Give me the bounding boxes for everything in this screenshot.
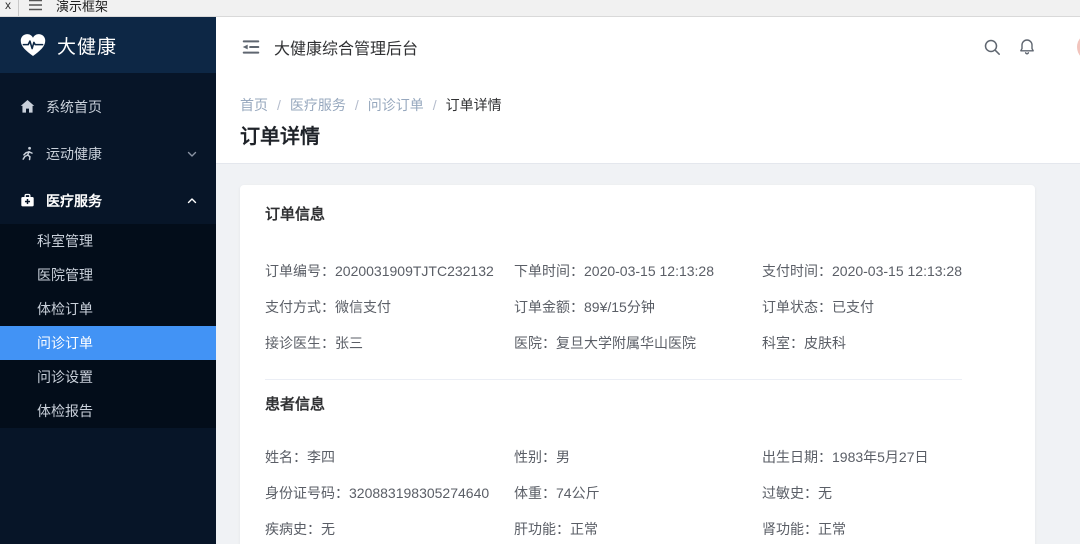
heart-pulse-icon bbox=[19, 33, 47, 58]
page-title: 订单详情 bbox=[240, 126, 320, 148]
breadcrumb: 首页 / 医疗服务 / 问诊订单 / 订单详情 bbox=[240, 95, 1056, 115]
content-area: 订单信息 订单编号：2020031909TJTC232132 下单时间：2020… bbox=[216, 164, 1080, 544]
patient-info-row: 身份证号码：320883198305274640 体重：74公斤 过敏史：无 bbox=[265, 483, 1010, 503]
breadcrumb-separator: / bbox=[277, 97, 281, 113]
field-order-number: 订单编号：2020031909TJTC232132 bbox=[265, 263, 494, 279]
breadcrumb-separator: / bbox=[432, 97, 437, 113]
topbar-divider bbox=[18, 0, 19, 16]
page-title-block: 首页 / 医疗服务 / 问诊订单 / 订单详情 订单详情 bbox=[216, 77, 1080, 164]
field-pay-method: 支付方式：微信支付 bbox=[265, 299, 391, 315]
main-area: 大健康综合管理后台 首页 / 医疗服务 / 问诊订单 / 订单详情 订单详情 订… bbox=[216, 17, 1080, 544]
hamburger-icon[interactable] bbox=[29, 0, 42, 16]
chevron-down-icon bbox=[186, 148, 198, 160]
chevron-up-icon bbox=[186, 195, 198, 207]
field-id-number: 身份证号码：320883198305274640 bbox=[265, 485, 490, 501]
medical-service-submenu: 科室管理 医院管理 体检订单 问诊订单 问诊设置 体检报告 bbox=[0, 224, 216, 428]
order-info-row: 订单编号：2020031909TJTC232132 下单时间：2020-03-1… bbox=[265, 261, 1010, 281]
sidebar-subitem-hospital-mgmt[interactable]: 医院管理 bbox=[0, 258, 216, 292]
field-disease-history: 疾病史：无 bbox=[265, 521, 335, 537]
field-gender: 性别：男 bbox=[514, 449, 570, 465]
field-hospital: 医院：复旦大学附属华山医院 bbox=[514, 335, 696, 351]
sidebar-subitem-consult-orders[interactable]: 问诊订单 bbox=[0, 326, 216, 360]
sidebar-item-label: 运动健康 bbox=[46, 145, 102, 162]
field-doctor: 接诊医生：张三 bbox=[265, 335, 363, 351]
field-department: 科室：皮肤科 bbox=[762, 335, 846, 351]
home-icon bbox=[20, 99, 35, 114]
section-divider bbox=[265, 379, 962, 380]
sidebar-subitem-department-mgmt[interactable]: 科室管理 bbox=[0, 224, 216, 258]
sidebar-menu: 系统首页 运动健康 医疗服务 科室管理 医院管理 体检订单 问诊订单 问诊设置 … bbox=[0, 73, 216, 428]
patient-info-row: 姓名：李四 性别：男 出生日期：1983年5月27日 bbox=[265, 447, 1010, 467]
sidebar-fold-icon[interactable] bbox=[240, 36, 262, 58]
order-info-row: 接诊医生：张三 医院：复旦大学附属华山医院 科室：皮肤科 bbox=[265, 333, 1010, 353]
tab-close-button[interactable]: x bbox=[5, 0, 11, 12]
field-allergy-history: 过敏史：无 bbox=[762, 485, 832, 501]
sidebar-item-home[interactable]: 系统首页 bbox=[0, 83, 216, 130]
browser-tab-title: 演示框架 bbox=[56, 0, 109, 14]
app-title: 大健康综合管理后台 bbox=[274, 41, 419, 58]
field-weight: 体重：74公斤 bbox=[514, 485, 600, 501]
bell-icon[interactable] bbox=[1018, 38, 1036, 56]
sidebar: 大健康 系统首页 运动健康 医疗服务 科室管理 医院管理 体检订单 问诊订单 问… bbox=[0, 17, 216, 544]
sidebar-subitem-consult-settings[interactable]: 问诊设置 bbox=[0, 360, 216, 394]
breadcrumb-medical-service[interactable]: 医疗服务 bbox=[290, 95, 346, 115]
field-kidney-function: 肾功能：正常 bbox=[762, 521, 846, 537]
sidebar-item-label: 医疗服务 bbox=[46, 192, 102, 209]
sidebar-item-medical-service[interactable]: 医疗服务 bbox=[0, 177, 216, 224]
sidebar-subitem-checkup-orders[interactable]: 体检订单 bbox=[0, 292, 216, 326]
runner-icon bbox=[20, 146, 35, 161]
field-pay-time: 支付时间：2020-03-15 12:13:28 bbox=[762, 263, 962, 279]
order-info-heading: 订单信息 bbox=[265, 206, 326, 223]
sidebar-subitem-checkup-reports[interactable]: 体检报告 bbox=[0, 394, 216, 428]
breadcrumb-separator: / bbox=[354, 97, 359, 113]
top-header: 大健康综合管理后台 bbox=[216, 17, 1080, 77]
patient-info-row: 疾病史：无 肝功能：正常 肾功能：正常 bbox=[265, 519, 1010, 539]
breadcrumb-current: 订单详情 bbox=[445, 97, 502, 113]
field-patient-name: 姓名：李四 bbox=[265, 449, 335, 465]
sidebar-item-label: 系统首页 bbox=[46, 98, 102, 115]
header-actions bbox=[983, 38, 1036, 56]
breadcrumb-home[interactable]: 首页 bbox=[240, 95, 268, 115]
field-birth-date: 出生日期：1983年5月27日 bbox=[762, 449, 929, 465]
order-info-row: 支付方式：微信支付 订单金额：89¥/15分钟 订单状态：已支付 bbox=[265, 297, 1010, 317]
medkit-icon bbox=[20, 193, 35, 208]
sidebar-item-sport-health[interactable]: 运动健康 bbox=[0, 130, 216, 177]
field-order-amount: 订单金额：89¥/15分钟 bbox=[514, 299, 655, 315]
browser-topbar: x 演示框架 bbox=[0, 0, 1080, 17]
search-icon[interactable] bbox=[983, 38, 1001, 56]
field-order-time: 下单时间：2020-03-15 12:13:28 bbox=[514, 263, 714, 279]
field-order-status: 订单状态：已支付 bbox=[762, 299, 874, 315]
app-logo: 大健康 bbox=[0, 17, 216, 73]
breadcrumb-consult-orders[interactable]: 问诊订单 bbox=[368, 95, 424, 115]
patient-info-heading: 患者信息 bbox=[265, 396, 326, 413]
field-liver-function: 肝功能：正常 bbox=[514, 521, 598, 537]
app-name: 大健康 bbox=[57, 36, 118, 58]
order-detail-card: 订单信息 订单编号：2020031909TJTC232132 下单时间：2020… bbox=[240, 185, 1035, 544]
